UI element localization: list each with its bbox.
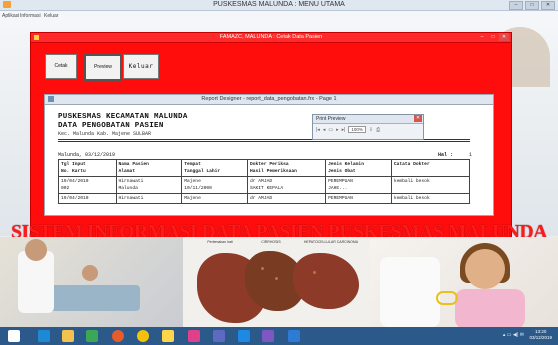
ie-icon[interactable] bbox=[38, 330, 50, 342]
report-date: Malunda, 03/12/2019 bbox=[58, 152, 116, 158]
folder-icon[interactable] bbox=[62, 330, 74, 342]
report-heading-1: PUSKESMAS KECAMATAN MALUNDA bbox=[58, 113, 188, 121]
first-page-icon[interactable]: |◂ bbox=[316, 127, 320, 133]
preview-button[interactable]: Preview bbox=[84, 54, 122, 81]
report-designer-titlebar: Report Designer - report_data_pengobatan… bbox=[45, 95, 493, 105]
doctor-child-photo bbox=[370, 237, 558, 327]
print-preview-title: Print Preview bbox=[316, 116, 346, 122]
system-tray[interactable]: ▴ ▭ ◀) ✉ bbox=[503, 332, 524, 338]
clock[interactable]: 13:20 03/12/2019 bbox=[529, 329, 552, 341]
patient-head bbox=[82, 265, 98, 281]
minimize-button[interactable]: – bbox=[477, 33, 487, 41]
report-divider bbox=[58, 141, 470, 142]
app-icon[interactable] bbox=[238, 330, 250, 342]
print-icon[interactable]: ⎙ bbox=[376, 127, 380, 133]
cetak-window-controls: – □ ✕ bbox=[477, 33, 509, 41]
main-window-title: PUSKESMAS MALUNDA : MENU UTAMA bbox=[213, 1, 345, 8]
liver-spot bbox=[313, 271, 316, 274]
menu-bar: Aplikasi Informasi Keluar bbox=[0, 11, 558, 21]
liver-photo: Perlemakan hati CIRRHOSIS HEPATOCELLULAR… bbox=[183, 237, 370, 327]
header-cell: Catata Dokter bbox=[390, 159, 471, 177]
liver-label-3: HEPATOCELLULAR CARCINOMA bbox=[303, 240, 359, 244]
menu-informasi[interactable]: Informasi bbox=[20, 13, 41, 19]
main-window-titlebar: PUSKESMAS MALUNDA : MENU UTAMA – □ ✕ bbox=[0, 0, 558, 11]
child-face bbox=[465, 249, 505, 289]
store-icon[interactable] bbox=[86, 330, 98, 342]
clock-date: 03/12/2019 bbox=[529, 335, 552, 340]
taskbar: ▴ ▭ ◀) ✉ 13:20 03/12/2019 bbox=[0, 327, 558, 345]
table-cell: Majene 10/11/2000 bbox=[181, 176, 249, 194]
media-icon[interactable] bbox=[188, 330, 200, 342]
print-preview-toolbar: |◂ ◂ ▭ ▸ ▸| 100% ⇩ ⎙ bbox=[316, 126, 380, 133]
table-row: 19/04/2010 Hirnawati Majene dr AMJAD PER… bbox=[58, 193, 471, 204]
print-preview-window: Print Preview ✕ |◂ ◂ ▭ ▸ ▸| 100% ⇩ ⎙ bbox=[312, 114, 424, 140]
table-cell: kembali besok bbox=[390, 176, 471, 194]
next-page-icon[interactable]: ▸ bbox=[336, 127, 339, 133]
liver-image bbox=[293, 253, 359, 309]
app-icon[interactable] bbox=[162, 330, 174, 342]
header-cell: Tempat Tanggal Lahir bbox=[181, 159, 249, 177]
table-cell: PEREMPUAN bbox=[325, 193, 392, 204]
liver-spot bbox=[275, 277, 278, 280]
close-button[interactable]: ✕ bbox=[541, 1, 555, 10]
close-button[interactable]: ✕ bbox=[414, 115, 422, 122]
zoom-select[interactable]: 100% bbox=[348, 126, 366, 133]
nurse-head bbox=[25, 239, 47, 261]
report-heading-2: DATA PENGOBATAN PASIEN bbox=[58, 122, 164, 130]
doctor-figure bbox=[380, 257, 440, 327]
table-cell: 19/04/2010 002 bbox=[58, 176, 117, 194]
app-icon[interactable] bbox=[262, 330, 274, 342]
table-cell: Majene bbox=[181, 193, 249, 204]
table-cell: 19/04/2010 bbox=[58, 193, 117, 204]
header-cell: Tgl Input No. Kartu bbox=[58, 159, 117, 177]
maximize-button[interactable]: □ bbox=[488, 33, 498, 41]
page-icon[interactable]: ▭ bbox=[328, 127, 333, 133]
table-cell: PEREMPUAN JAHE... bbox=[325, 176, 392, 194]
liver-label-1: Perlemakan hati bbox=[207, 240, 233, 244]
maximize-button[interactable]: □ bbox=[525, 1, 539, 10]
print-preview-titlebar: Print Preview ✕ bbox=[313, 115, 423, 124]
header-cell: Dokter Periksa Hasil Pemeriksaan bbox=[247, 159, 327, 177]
last-page-icon[interactable]: ▸| bbox=[342, 127, 346, 133]
menu-aplikasi[interactable]: Aplikasi bbox=[2, 13, 19, 19]
header-cell: Jenis Kelamin Jenis Obat bbox=[325, 159, 392, 177]
word-icon[interactable] bbox=[288, 330, 300, 342]
keluar-button[interactable]: Keluar bbox=[123, 54, 159, 79]
stethoscope-icon bbox=[436, 291, 458, 305]
report-address: Kec. Malunda Kab. Majene SULBAR bbox=[58, 131, 152, 137]
child-shirt bbox=[455, 289, 525, 327]
hospital-photo bbox=[0, 237, 183, 327]
table-cell: dr AMJAD SAKIT KEPALA bbox=[247, 176, 327, 194]
close-button[interactable]: ✕ bbox=[499, 33, 509, 41]
chrome-icon[interactable] bbox=[137, 330, 149, 342]
photo-strip: Perlemakan hati CIRRHOSIS HEPATOCELLULAR… bbox=[0, 237, 558, 327]
window-controls: – □ ✕ bbox=[509, 1, 555, 10]
header-cell: Nama Pasien Alamat bbox=[115, 159, 183, 177]
table-row: 19/04/2010 002 Hirnawati Malunda Majene 10/… bbox=[58, 176, 471, 194]
report-table: Tgl Input No. Kartu Nama Pasien Alamat Tem… bbox=[58, 159, 471, 204]
prev-page-icon[interactable]: ◂ bbox=[323, 127, 326, 133]
table-cell: kembali besok bbox=[390, 193, 471, 204]
cetak-button[interactable]: Cetak bbox=[45, 54, 77, 79]
cetak-window-title: FAMAZC, MALUNDA : Cetak Data Pasien bbox=[219, 34, 323, 40]
menu-keluar[interactable]: Keluar bbox=[44, 13, 58, 19]
report-page-number: 1 bbox=[469, 152, 473, 158]
minimize-button[interactable]: – bbox=[509, 1, 523, 10]
report-page-label: Hal : bbox=[438, 152, 454, 158]
table-cell: Hirnawati bbox=[115, 193, 183, 204]
table-cell: Hirnawati Malunda bbox=[115, 176, 183, 194]
cetak-window-titlebar: FAMAZC, MALUNDA : Cetak Data Pasien – □ … bbox=[31, 33, 511, 43]
firefox-icon[interactable] bbox=[112, 330, 124, 342]
table-cell: dr AMJAD bbox=[247, 193, 327, 204]
report-designer-window: Report Designer - report_data_pengobatan… bbox=[44, 94, 494, 216]
app-icon[interactable] bbox=[213, 330, 225, 342]
liver-spot bbox=[261, 267, 264, 270]
liver-label-2: CIRRHOSIS bbox=[261, 240, 281, 244]
report-designer-title: Report Designer - report_data_pengobatan… bbox=[201, 96, 337, 102]
start-button[interactable] bbox=[8, 330, 20, 342]
report-header-row: Tgl Input No. Kartu Nama Pasien Alamat Tem… bbox=[58, 159, 471, 177]
export-icon[interactable]: ⇩ bbox=[369, 127, 373, 133]
